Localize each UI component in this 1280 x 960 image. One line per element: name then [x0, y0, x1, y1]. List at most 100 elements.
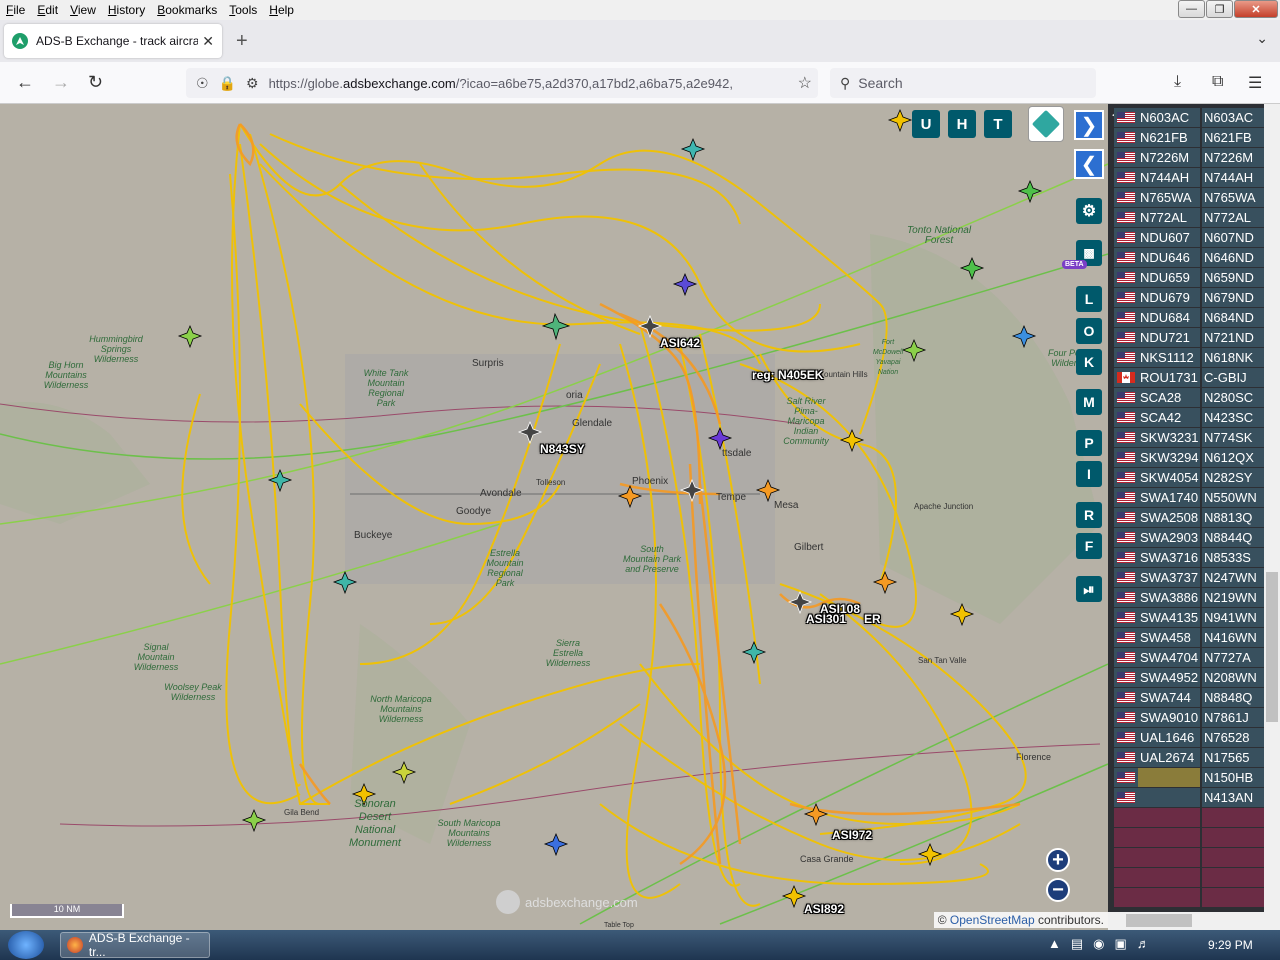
toggle-u-button[interactable]: U: [912, 110, 940, 138]
menu-help[interactable]: Help: [263, 3, 300, 17]
menu-history[interactable]: History: [102, 3, 151, 17]
table-row[interactable]: SWA458 N416WN: [1114, 628, 1264, 648]
table-row[interactable]: N150HB: [1114, 768, 1264, 788]
toggle-t-button[interactable]: T: [984, 110, 1012, 138]
browser-tab[interactable]: ADS-B Exchange - track aircraft ✕: [4, 24, 222, 58]
aircraft-label[interactable]: ASI301: [806, 612, 846, 626]
volume-icon[interactable]: ♬: [1137, 936, 1150, 952]
new-tab-plus-icon[interactable]: +: [236, 30, 248, 53]
back-arrow-icon[interactable]: ←: [16, 72, 34, 93]
table-row[interactable]: N744AH N744AH: [1114, 168, 1264, 188]
minimize-button[interactable]: —: [1178, 0, 1205, 18]
close-window-button[interactable]: ✕: [1234, 0, 1278, 18]
downloads-icon[interactable]: ⤓: [1174, 73, 1181, 91]
menu-tools[interactable]: Tools: [223, 3, 263, 17]
url-bar[interactable]: ☉ 🔒 ⚙ https://globe.adsbexchange.com/?ic…: [186, 68, 818, 98]
table-row[interactable]: SCA42 N423SC: [1114, 408, 1264, 428]
replay-icon[interactable]: ⏯: [1076, 576, 1102, 602]
table-row[interactable]: SWA4952 N208WN: [1114, 668, 1264, 688]
table-row[interactable]: SWA744 N8848Q: [1114, 688, 1264, 708]
table-row[interactable]: N413AN: [1114, 788, 1264, 808]
toggle-m-button[interactable]: M: [1076, 389, 1102, 415]
table-row[interactable]: SWA1740 N550WN: [1114, 488, 1264, 508]
bluetooth-icon[interactable]: ▲: [1048, 936, 1061, 952]
hamburger-menu-icon[interactable]: ☰: [1248, 73, 1262, 93]
table-row[interactable]: SKW4054 N282SY: [1114, 468, 1264, 488]
table-row[interactable]: NDU721 N721ND: [1114, 328, 1264, 348]
table-row[interactable]: N621FB N621FB: [1114, 128, 1264, 148]
network-icon[interactable]: ▤: [1071, 936, 1083, 952]
table-row[interactable]: N765WA N765WA: [1114, 188, 1264, 208]
aircraft-label[interactable]: N843SY: [540, 442, 585, 456]
table-row[interactable]: SWA3737 N247WN: [1114, 568, 1264, 588]
url-text[interactable]: https://globe.adsbexchange.com/?icao=a6b…: [269, 76, 769, 91]
aircraft-label[interactable]: ASI972: [832, 828, 872, 842]
table-row[interactable]: SCA28 N280SC: [1114, 388, 1264, 408]
table-row[interactable]: NDU684 N684ND: [1114, 308, 1264, 328]
table-row[interactable]: NDU646 N646ND: [1114, 248, 1264, 268]
steam-icon[interactable]: ◉: [1093, 936, 1104, 952]
taskbar-firefox-item[interactable]: ADS-B Exchange - tr...: [60, 931, 210, 959]
toggle-r-button[interactable]: R: [1076, 502, 1102, 528]
menu-view[interactable]: View: [64, 3, 102, 17]
table-row[interactable]: N603AC N603AC: [1114, 108, 1264, 128]
table-row[interactable]: SKW3294 N612QX: [1114, 448, 1264, 468]
tab-close-icon[interactable]: ✕: [202, 33, 214, 50]
table-row[interactable]: SWA2508 N8813Q: [1114, 508, 1264, 528]
settings-gear-icon[interactable]: ⚙: [1076, 198, 1102, 224]
toggle-i-button[interactable]: I: [1076, 461, 1102, 487]
menu-bookmarks[interactable]: Bookmarks: [151, 3, 223, 17]
toggle-k-button[interactable]: K: [1076, 349, 1102, 375]
horizontal-scrollbar-thumb[interactable]: [1126, 914, 1192, 927]
zoom-out-icon[interactable]: −: [1046, 878, 1070, 902]
toggle-l-button[interactable]: L: [1076, 286, 1102, 312]
table-row[interactable]: NDU607 N607ND: [1114, 228, 1264, 248]
table-row[interactable]: NKS1112 N618NK: [1114, 348, 1264, 368]
menu-edit[interactable]: Edit: [31, 3, 64, 17]
bookmark-star-icon[interactable]: ☆: [798, 73, 812, 93]
collapse-left-chevron-icon[interactable]: ❮: [1074, 149, 1104, 179]
layers-icon[interactable]: [1028, 106, 1064, 142]
table-row[interactable]: UAL2674 N17565: [1114, 748, 1264, 768]
zoom-in-icon[interactable]: +: [1046, 848, 1070, 872]
aircraft-label[interactable]: ASI892: [804, 902, 844, 916]
table-row[interactable]: UAL1646 N76528: [1114, 728, 1264, 748]
permissions-icon[interactable]: ⚙: [246, 75, 259, 92]
expand-right-chevron-icon[interactable]: ❯: [1074, 110, 1104, 140]
lock-icon[interactable]: 🔒: [219, 75, 236, 92]
table-row[interactable]: N7226M N7226M: [1114, 148, 1264, 168]
aircraft-label[interactable]: ASI642: [660, 336, 700, 350]
table-row[interactable]: NDU679 N679ND: [1114, 288, 1264, 308]
aircraft-label[interactable]: reg: N405EK: [752, 368, 823, 382]
table-row[interactable]: ROU1731 C-GBIJ: [1114, 368, 1264, 388]
power-icon[interactable]: ▣: [1115, 936, 1127, 952]
table-row[interactable]: SWA3886 N219WN: [1114, 588, 1264, 608]
toggle-p-button[interactable]: P: [1076, 430, 1102, 456]
vertical-scrollbar[interactable]: [1264, 104, 1280, 912]
toggle-o-button[interactable]: O: [1076, 318, 1102, 344]
table-row[interactable]: SWA4135 N941WN: [1114, 608, 1264, 628]
reload-icon[interactable]: ↻: [88, 72, 103, 93]
maximize-button[interactable]: ❐: [1206, 0, 1233, 18]
table-row[interactable]: SWA9010 N7861J: [1114, 708, 1264, 728]
search-bar[interactable]: ⚲ Search: [830, 68, 1096, 98]
osm-link[interactable]: OpenStreetMap: [950, 913, 1035, 927]
table-row[interactable]: N772AL N772AL: [1114, 208, 1264, 228]
table-row[interactable]: SWA4704 N7727A: [1114, 648, 1264, 668]
map-canvas[interactable]: Tonto National Forest Hummingbird Spring…: [0, 104, 1108, 930]
vertical-scrollbar-thumb[interactable]: [1266, 572, 1278, 722]
empty-table-row: [1114, 868, 1264, 888]
start-orb-icon[interactable]: [8, 931, 44, 959]
table-row[interactable]: SKW3231 N774SK: [1114, 428, 1264, 448]
table-row[interactable]: NDU659 N659ND: [1114, 268, 1264, 288]
menu-file[interactable]: File: [0, 3, 31, 17]
table-row[interactable]: SWA3716 N8533S: [1114, 548, 1264, 568]
toggle-h-button[interactable]: H: [948, 110, 976, 138]
toggle-f-button[interactable]: F: [1076, 533, 1102, 559]
table-row[interactable]: SWA2903 N8844Q: [1114, 528, 1264, 548]
extensions-icon[interactable]: ⧉: [1212, 73, 1223, 91]
aircraft-label[interactable]: ER: [864, 612, 881, 626]
list-all-tabs-chevron-icon[interactable]: ⌄: [1256, 30, 1268, 47]
tracking-protection-shield-icon[interactable]: ☉: [196, 75, 209, 92]
forward-arrow-icon[interactable]: →: [52, 72, 70, 93]
